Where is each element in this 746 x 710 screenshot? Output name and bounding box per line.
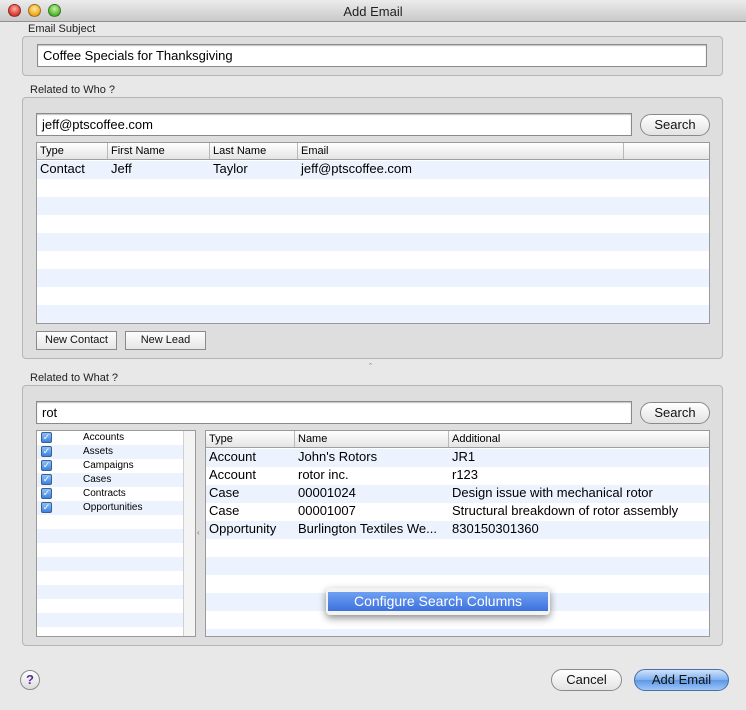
what-col-type[interactable]: Type <box>206 431 295 447</box>
who-col-email[interactable]: Email <box>298 143 624 159</box>
email-subject-input[interactable]: Coffee Specials for Thanksgiving <box>37 44 707 67</box>
checkbox-checked-icon[interactable]: ✓ <box>41 460 52 471</box>
what-cell-type: Case <box>209 485 240 500</box>
who-results-table: Type First Name Last Name Email Contact … <box>36 142 710 324</box>
checkbox-checked-icon[interactable]: ✓ <box>41 502 52 513</box>
what-cell-additional: r123 <box>452 467 479 482</box>
title-bar: Add Email <box>0 0 746 22</box>
email-subject-label: Email Subject <box>28 23 96 35</box>
what-search-button[interactable]: Search <box>640 402 710 424</box>
who-col-first-name[interactable]: First Name <box>108 143 210 159</box>
checkbox-checked-icon[interactable]: ✓ <box>41 446 52 457</box>
what-cell-name: Burlington Textiles We... <box>298 521 437 536</box>
who-cell-last-name: Taylor <box>213 161 248 176</box>
new-lead-button[interactable]: New Lead <box>125 331 206 350</box>
who-col-type[interactable]: Type <box>37 143 108 159</box>
checkbox-checked-icon[interactable]: ✓ <box>41 432 52 443</box>
object-type-label: Contracts <box>83 488 126 499</box>
what-cell-name: rotor inc. <box>298 467 349 482</box>
who-col-last-name[interactable]: Last Name <box>210 143 298 159</box>
object-type-label: Opportunities <box>83 502 143 513</box>
cancel-button[interactable]: Cancel <box>551 669 622 691</box>
context-menu: Configure Search Columns <box>326 588 550 615</box>
add-email-button[interactable]: Add Email <box>634 669 729 691</box>
what-cell-type: Opportunity <box>209 521 277 536</box>
window-title: Add Email <box>343 4 403 19</box>
checkbox-checked-icon[interactable]: ✓ <box>41 488 52 499</box>
what-col-name[interactable]: Name <box>295 431 449 447</box>
who-table-header: Type First Name Last Name Email <box>37 143 709 160</box>
what-table-header: Type Name Additional <box>206 431 709 448</box>
table-row[interactable]: Account rotor inc. r123 <box>206 466 709 484</box>
table-row[interactable]: Opportunity Burlington Textiles We... 83… <box>206 520 709 538</box>
split-view-divider-handle[interactable]: ˆ <box>369 362 372 372</box>
configure-search-columns-menu-item[interactable]: Configure Search Columns <box>328 592 548 611</box>
table-row[interactable]: Account John's Rotors JR1 <box>206 448 709 466</box>
list-item[interactable]: ✓ Contracts <box>37 487 195 501</box>
help-button[interactable]: ? <box>20 670 40 690</box>
who-search-input[interactable]: jeff@ptscoffee.com <box>36 113 632 136</box>
table-row[interactable]: Contact Jeff Taylor jeff@ptscoffee.com <box>37 160 709 178</box>
split-view-vertical-handle[interactable]: ‹ <box>197 528 200 537</box>
object-type-label: Accounts <box>83 432 125 443</box>
list-item[interactable]: ✓ Cases <box>37 473 195 487</box>
what-cell-name: 00001007 <box>298 503 356 518</box>
who-cell-first-name: Jeff <box>111 161 132 176</box>
related-who-label: Related to Who ? <box>30 84 115 96</box>
list-item[interactable]: ✓ Assets <box>37 445 195 459</box>
object-type-label: Cases <box>83 474 112 485</box>
new-contact-button[interactable]: New Contact <box>36 331 117 350</box>
table-row[interactable]: Case 00001024 Design issue with mechanic… <box>206 484 709 502</box>
related-what-label: Related to What ? <box>30 372 119 384</box>
what-cell-additional: Design issue with mechanical rotor <box>452 485 653 500</box>
vertical-scrollbar[interactable] <box>183 431 195 636</box>
list-item[interactable]: ✓ Accounts <box>37 431 195 445</box>
what-col-additional[interactable]: Additional <box>449 431 709 447</box>
who-cell-email: jeff@ptscoffee.com <box>301 161 412 176</box>
object-type-label: Campaigns <box>83 460 134 471</box>
what-search-input[interactable]: rot <box>36 401 632 424</box>
who-col-empty <box>624 143 709 159</box>
checkbox-checked-icon[interactable]: ✓ <box>41 474 52 485</box>
list-item[interactable]: ✓ Opportunities <box>37 501 195 515</box>
what-cell-type: Account <box>209 449 256 464</box>
list-item[interactable]: ✓ Campaigns <box>37 459 195 473</box>
what-cell-name: 00001024 <box>298 485 356 500</box>
table-row[interactable]: Case 00001007 Structural breakdown of ro… <box>206 502 709 520</box>
what-cell-additional: 830150301360 <box>452 521 539 536</box>
object-type-label: Assets <box>83 446 114 457</box>
what-cell-additional: Structural breakdown of rotor assembly <box>452 503 679 518</box>
who-search-button[interactable]: Search <box>640 114 710 136</box>
who-cell-type: Contact <box>40 161 85 176</box>
what-cell-type: Account <box>209 467 256 482</box>
what-cell-name: John's Rotors <box>298 449 378 464</box>
object-type-list: ✓ Accounts ✓ Assets ✓ Campaigns ✓ Cases … <box>36 430 196 637</box>
what-cell-type: Case <box>209 503 240 518</box>
what-cell-additional: JR1 <box>452 449 476 464</box>
